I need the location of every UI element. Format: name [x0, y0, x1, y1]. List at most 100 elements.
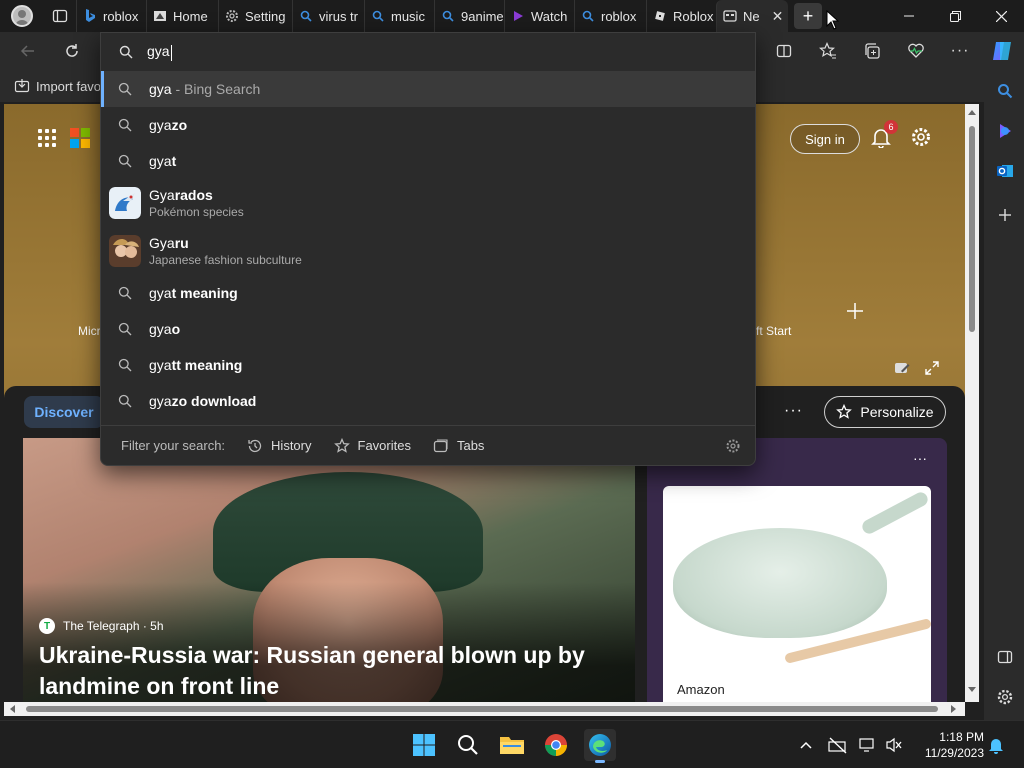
suggestion-row-entity[interactable]: Gyaru Japanese fashion subculture [101, 227, 755, 275]
horizontal-scrollbar[interactable] [4, 702, 965, 716]
filter-settings-button[interactable] [725, 438, 741, 457]
add-shortcut-button[interactable] [846, 300, 864, 326]
profile-button[interactable] [0, 0, 44, 32]
tab-5[interactable]: 9anime [434, 0, 504, 32]
restore-icon [949, 10, 961, 22]
collections-button[interactable] [858, 38, 886, 64]
tab-actions-button[interactable] [44, 0, 76, 32]
restore-button[interactable] [932, 0, 978, 32]
tab-3[interactable]: virus tr [292, 0, 364, 32]
tab-7[interactable]: roblox [574, 0, 646, 32]
vertical-scroll-thumb[interactable] [969, 126, 975, 332]
scroll-down-icon[interactable] [967, 686, 977, 694]
plus-icon [847, 303, 863, 319]
app-launcher-icon[interactable] [38, 129, 56, 147]
collections-icon [865, 43, 880, 59]
vertical-scrollbar[interactable] [965, 104, 979, 702]
sign-in-button[interactable]: Sign in [790, 124, 860, 154]
filter-history-button[interactable]: History [247, 438, 312, 454]
system-clock[interactable]: 1:18 PM 11/29/2023 [912, 729, 984, 761]
notifications-button[interactable]: 6 [870, 120, 898, 150]
copilot-button[interactable] [988, 38, 1016, 64]
quick-link-label[interactable]: ft Start [756, 324, 791, 338]
sidebar-add-button[interactable] [994, 204, 1016, 226]
suggestion-row[interactable]: gyazo [101, 107, 755, 143]
feed-more-icon[interactable]: ··· [784, 402, 803, 420]
tab-2[interactable]: Setting [218, 0, 292, 32]
telegraph-logo: T [39, 618, 55, 634]
sidebar-outlook-button[interactable] [994, 160, 1016, 182]
suggestion-row[interactable]: gyao [101, 311, 755, 347]
search-icon [117, 357, 133, 373]
start-button[interactable] [408, 729, 440, 761]
tab-8[interactable]: Roblox [646, 0, 716, 32]
scroll-right-icon[interactable] [950, 704, 958, 714]
network-status-button[interactable] [828, 735, 848, 755]
close-window-button[interactable] [978, 0, 1024, 32]
sidebar-hide-button[interactable] [994, 646, 1016, 668]
search-icon [117, 117, 133, 133]
browser-essentials-button[interactable] [902, 38, 930, 64]
file-explorer-button[interactable] [496, 729, 528, 761]
display-status-button[interactable] [858, 735, 878, 755]
minimize-button[interactable] [886, 0, 932, 32]
refresh-button[interactable] [58, 38, 86, 64]
address-input-text[interactable]: gya [147, 43, 170, 59]
personalize-button[interactable]: Personalize [824, 396, 946, 428]
address-bar[interactable]: gya [101, 33, 757, 71]
notification-center-button[interactable] [986, 735, 1006, 755]
volume-status-button[interactable] [884, 735, 904, 755]
clock-time: 1:18 PM [939, 730, 984, 744]
sidebar-search-button[interactable] [994, 80, 1016, 102]
import-favorites-link[interactable]: Import favo [36, 79, 101, 94]
tab-discover[interactable]: Discover [24, 396, 104, 428]
scroll-left-icon[interactable] [8, 704, 16, 714]
search-icon [119, 45, 133, 59]
tray-overflow-button[interactable] [796, 735, 816, 755]
filter-favorites-button[interactable]: Favorites [333, 437, 411, 454]
tab-4[interactable]: music [364, 0, 434, 32]
suggestion-row-entity[interactable]: Gyarados Pokémon species [101, 179, 755, 227]
suggestion-row[interactable]: gyatt meaning [101, 347, 755, 383]
horizontal-scroll-thumb[interactable] [26, 706, 938, 712]
minimize-icon [904, 15, 914, 17]
tab-9-active[interactable]: Ne ✕ [716, 0, 788, 32]
tab-1[interactable]: Home [146, 0, 218, 32]
suggestion-rest: o [171, 321, 181, 337]
edit-background-icon[interactable] [894, 360, 910, 376]
favorites-button[interactable] [814, 38, 842, 64]
ad-card[interactable]: ··· Amazon [647, 438, 947, 702]
copilot-app-icon [1000, 124, 1011, 138]
split-screen-button[interactable] [770, 38, 798, 64]
tab-6[interactable]: Watch [504, 0, 574, 32]
suggestion-row-selected[interactable]: gya - Bing Search [101, 71, 755, 107]
ad-more-icon[interactable]: ··· [913, 450, 927, 466]
suggestion-row[interactable]: gyat [101, 143, 755, 179]
back-button[interactable] [14, 38, 42, 64]
page-settings-button[interactable] [910, 126, 932, 148]
tab-0[interactable]: roblox [76, 0, 146, 32]
expand-icon[interactable] [924, 360, 940, 376]
close-tab-icon[interactable]: ✕ [772, 8, 784, 25]
suggestion-row[interactable]: gyazo download [101, 383, 755, 419]
tab-label: Setting [245, 8, 286, 24]
scroll-up-icon[interactable] [967, 108, 977, 116]
new-tab-button[interactable]: + [794, 3, 822, 29]
taskbar-search-button[interactable] [452, 729, 484, 761]
suggestion-rest: ru [174, 235, 189, 251]
news-card[interactable]: T The Telegraph · 5h Ukraine-Russia war:… [23, 438, 635, 702]
chrome-button[interactable] [540, 729, 572, 761]
sidebar-copilot-button[interactable] [994, 120, 1016, 142]
window-controls [886, 0, 1024, 32]
quick-link-label[interactable]: Micr [78, 324, 101, 338]
sidebar-settings-button[interactable] [994, 686, 1016, 708]
suggestion-row[interactable]: gyat meaning [101, 275, 755, 311]
filter-tabs-button[interactable]: Tabs [433, 438, 484, 454]
settings-more-button[interactable]: ··· [946, 38, 974, 64]
edge-button[interactable] [584, 729, 616, 763]
news-headline[interactable]: Ukraine-Russia war: Russian general blow… [39, 640, 609, 702]
arrow-left-icon [20, 45, 34, 57]
search-filter-bar: Filter your search: History Favorites Ta… [101, 425, 755, 465]
gear-icon [225, 9, 239, 23]
play-icon [511, 9, 525, 23]
